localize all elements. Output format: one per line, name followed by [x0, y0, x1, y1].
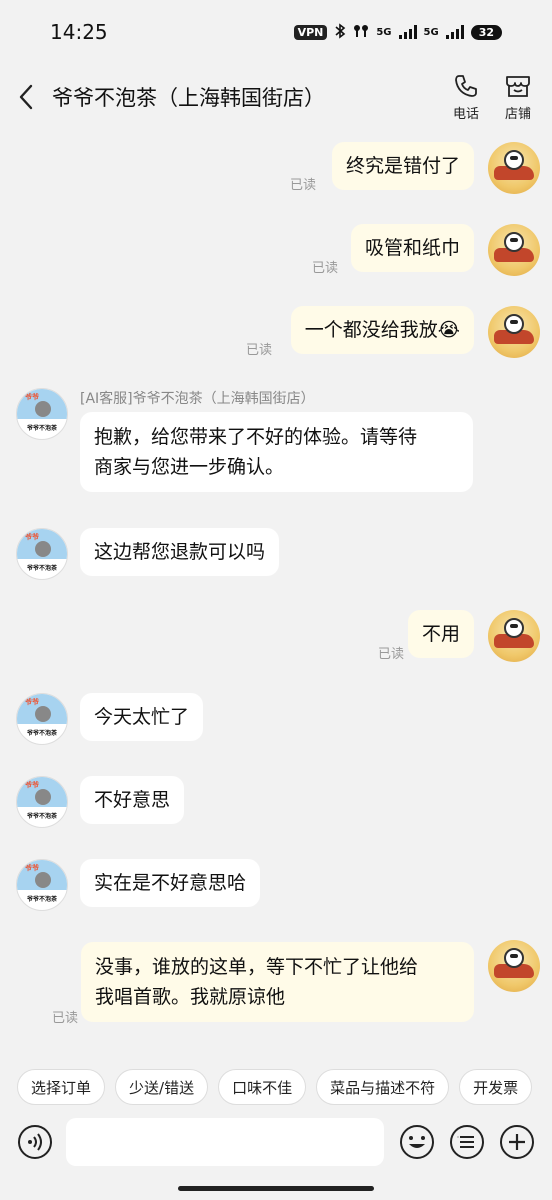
message-line: 商家与您进一步确认。 [94, 456, 285, 478]
my-avatar[interactable] [488, 610, 540, 662]
message-line: 我唱首歌。我就原谅他 [95, 986, 286, 1008]
chat-messages[interactable]: 已读 终究是错付了 已读 吸管和纸巾 已读 一个都没给我放😭 爷爷 爷爷不泡茶 … [0, 130, 552, 1050]
phone-icon [455, 74, 477, 97]
chevron-left-icon [19, 84, 33, 110]
chat-header: 爷爷不泡茶（上海韩国街店） 电话 店铺 [0, 64, 552, 130]
message-bubble-received[interactable]: 抱歉，给您带来了不好的体验。请等待 商家与您进一步确认。 [80, 412, 473, 492]
shop-avatar-brand: 爷爷不泡茶 [27, 896, 58, 903]
network-type-2: 5G [423, 26, 439, 38]
shop-avatar[interactable]: 爷爷 爷爷不泡茶 [16, 776, 68, 828]
store-icon [506, 75, 530, 97]
back-button[interactable] [0, 64, 52, 130]
phone-label: 电话 [452, 106, 479, 122]
message-bubble-received[interactable]: 这边帮您退款可以吗 [80, 528, 280, 576]
quick-reply-invoice[interactable]: 开发票 [459, 1069, 533, 1105]
quick-reply-bar: 选择订单 少送/错送 口味不佳 菜品与描述不符 开发票 [0, 1062, 552, 1112]
quick-reply-select-order[interactable]: 选择订单 [17, 1069, 106, 1105]
quick-reply-bad-taste[interactable]: 口味不佳 [218, 1069, 307, 1105]
sender-name: [AI客服]爷爷不泡茶（上海韩国街店） [80, 391, 315, 407]
shop-avatar-brand: 爷爷不泡茶 [27, 730, 58, 737]
shop-avatar-brand: 爷爷不泡茶 [27, 565, 58, 572]
message-input[interactable] [66, 1118, 384, 1166]
shop-avatar[interactable]: 爷爷 爷爷不泡茶 [16, 528, 68, 580]
message-bubble-received[interactable]: 今天太忙了 [80, 693, 204, 741]
read-status: 已读 [52, 1011, 79, 1026]
read-status: 已读 [245, 343, 272, 358]
quick-reply-missing-wrong[interactable]: 少送/错送 [115, 1069, 209, 1105]
shop-avatar[interactable]: 爷爷 爷爷不泡茶 [16, 693, 68, 745]
store-label: 店铺 [504, 106, 531, 122]
quick-phrase-icon[interactable] [448, 1123, 486, 1161]
bluetooth-icon [334, 22, 346, 42]
quick-reply-not-as-described[interactable]: 菜品与描述不符 [316, 1069, 450, 1105]
my-avatar[interactable] [488, 306, 540, 358]
status-icons: VPN 5G 5G 32 [293, 22, 502, 42]
voice-input-icon[interactable] [16, 1123, 54, 1161]
vpn-icon: VPN [293, 24, 328, 40]
status-bar: 14:25 VPN 5G 5G 32 [0, 0, 552, 64]
message-bubble-sent[interactable]: 吸管和纸巾 [350, 224, 474, 272]
emoji-icon[interactable] [398, 1123, 436, 1161]
shop-avatar-brand: 爷爷不泡茶 [27, 425, 58, 432]
shop-avatar-brand: 爷爷不泡茶 [27, 813, 58, 820]
status-time: 14:25 [50, 20, 108, 44]
network-type-1: 5G [376, 26, 392, 38]
message-line: 抱歉，给您带来了不好的体验。请等待 [94, 426, 418, 448]
shop-avatar[interactable]: 爷爷 爷爷不泡茶 [16, 388, 68, 440]
plus-icon[interactable] [498, 1123, 536, 1161]
message-bubble-received[interactable]: 不好意思 [80, 776, 185, 824]
page-title: 爷爷不泡茶（上海韩国街店） [52, 86, 325, 110]
read-status: 已读 [377, 647, 404, 662]
message-bubble-sent[interactable]: 一个都没给我放😭 [290, 306, 474, 354]
my-avatar[interactable] [488, 224, 540, 276]
message-bubble-received[interactable]: 实在是不好意思哈 [80, 859, 261, 907]
signal-icon-1 [398, 25, 417, 39]
store-button[interactable]: 店铺 [492, 73, 544, 122]
message-bubble-sent[interactable]: 不用 [407, 610, 474, 658]
message-bubble-sent[interactable]: 终究是错付了 [331, 142, 474, 190]
home-indicator[interactable] [178, 1186, 374, 1191]
read-status: 已读 [289, 178, 316, 193]
battery-icon: 32 [470, 24, 502, 40]
earbuds-icon [353, 23, 369, 42]
message-line: 没事，谁放的这单，等下不忙了让他给 [95, 956, 419, 978]
my-avatar[interactable] [488, 142, 540, 194]
signal-icon-2 [445, 25, 464, 39]
input-bar [0, 1112, 552, 1172]
shop-avatar[interactable]: 爷爷 爷爷不泡茶 [16, 859, 68, 911]
message-bubble-sent[interactable]: 没事，谁放的这单，等下不忙了让他给 我唱首歌。我就原谅他 [81, 942, 474, 1022]
read-status: 已读 [311, 261, 338, 276]
phone-button[interactable]: 电话 [440, 73, 492, 122]
my-avatar[interactable] [488, 940, 540, 992]
